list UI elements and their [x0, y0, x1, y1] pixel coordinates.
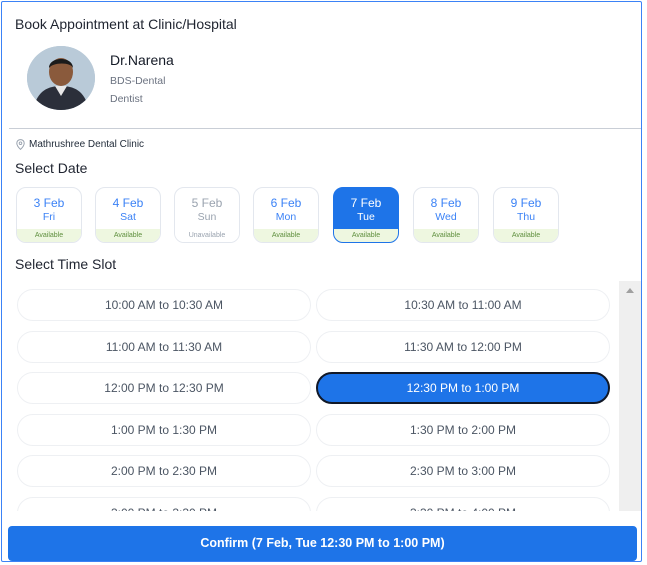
- divider: [9, 128, 641, 129]
- date-status-badge: Available: [494, 229, 558, 242]
- time-slot-button[interactable]: 11:30 AM to 12:00 PM: [316, 330, 610, 363]
- time-slot-button[interactable]: 1:30 PM to 2:00 PM: [316, 413, 610, 446]
- time-slot-button[interactable]: 11:00 AM to 11:30 AM: [17, 330, 311, 363]
- scroll-up-arrow-icon[interactable]: [626, 288, 634, 293]
- date-card[interactable]: 8 Feb Wed Available: [413, 187, 479, 243]
- doctor-specialty: Dentist: [110, 93, 143, 105]
- doctor-avatar: [27, 46, 95, 110]
- date-status-badge: Unavailable: [175, 229, 239, 242]
- doctor-name: Dr.Narena: [110, 52, 174, 68]
- date-weekday: Mon: [275, 211, 297, 223]
- date-day: 3 Feb: [33, 196, 65, 210]
- confirm-button[interactable]: Confirm (7 Feb, Tue 12:30 PM to 1:00 PM): [8, 526, 637, 561]
- time-slot-button[interactable]: 10:00 AM to 10:30 AM: [17, 289, 311, 321]
- date-day: 4 Feb: [112, 196, 144, 210]
- date-weekday: Sun: [197, 211, 217, 223]
- location-pin-icon: [16, 139, 25, 150]
- select-time-slot-label: Select Time Slot: [15, 256, 117, 272]
- date-day: 6 Feb: [270, 196, 302, 210]
- time-slot-button[interactable]: 1:00 PM to 1:30 PM: [17, 413, 311, 446]
- time-slot-button[interactable]: 12:30 PM to 1:00 PM: [316, 372, 610, 404]
- date-weekday: Thu: [516, 211, 536, 223]
- date-card[interactable]: 6 Feb Mon Available: [253, 187, 319, 243]
- clinic-name: Mathrushree Dental Clinic: [29, 139, 145, 150]
- date-status-badge: Available: [17, 229, 81, 242]
- date-weekday: Tue: [357, 211, 375, 223]
- date-status-badge: Available: [254, 229, 318, 242]
- time-slot-button[interactable]: 2:00 PM to 2:30 PM: [17, 455, 311, 487]
- date-weekday: Fri: [42, 211, 56, 223]
- time-slot-button[interactable]: 3:00 PM to 3:30 PM: [17, 496, 311, 511]
- date-card[interactable]: 5 Feb Sun Unavailable: [174, 187, 240, 243]
- time-slot-list: 10:00 AM to 10:30 AM 10:30 AM to 11:00 AM…: [13, 281, 617, 511]
- time-slot-button[interactable]: 12:00 PM to 12:30 PM: [17, 372, 311, 404]
- date-card[interactable]: 7 Feb Tue Available: [333, 187, 399, 243]
- date-status-badge: Available: [96, 229, 160, 242]
- time-slot-button[interactable]: 3:30 PM to 4:00 PM: [316, 496, 610, 511]
- date-status-badge: Available: [414, 229, 478, 242]
- page-title: Book Appointment at Clinic/Hospital: [15, 16, 237, 32]
- scrollbar[interactable]: [619, 281, 641, 511]
- doctor-qualification: BDS-Dental: [110, 75, 166, 87]
- date-card[interactable]: 9 Feb Thu Available: [493, 187, 559, 243]
- select-date-label: Select Date: [15, 160, 88, 176]
- date-weekday: Sat: [120, 211, 136, 223]
- clinic-location: Mathrushree Dental Clinic: [16, 139, 144, 150]
- date-card[interactable]: 3 Feb Fri Available: [16, 187, 82, 243]
- date-status-badge: Available: [334, 229, 398, 242]
- date-day: 8 Feb: [430, 196, 462, 210]
- date-day: 9 Feb: [510, 196, 542, 210]
- time-slot-button[interactable]: 10:30 AM to 11:00 AM: [316, 289, 610, 321]
- time-slot-button[interactable]: 2:30 PM to 3:00 PM: [316, 455, 610, 487]
- date-day: 7 Feb: [350, 196, 382, 210]
- date-day: 5 Feb: [191, 196, 223, 210]
- date-card[interactable]: 4 Feb Sat Available: [95, 187, 161, 243]
- date-weekday: Wed: [435, 211, 457, 223]
